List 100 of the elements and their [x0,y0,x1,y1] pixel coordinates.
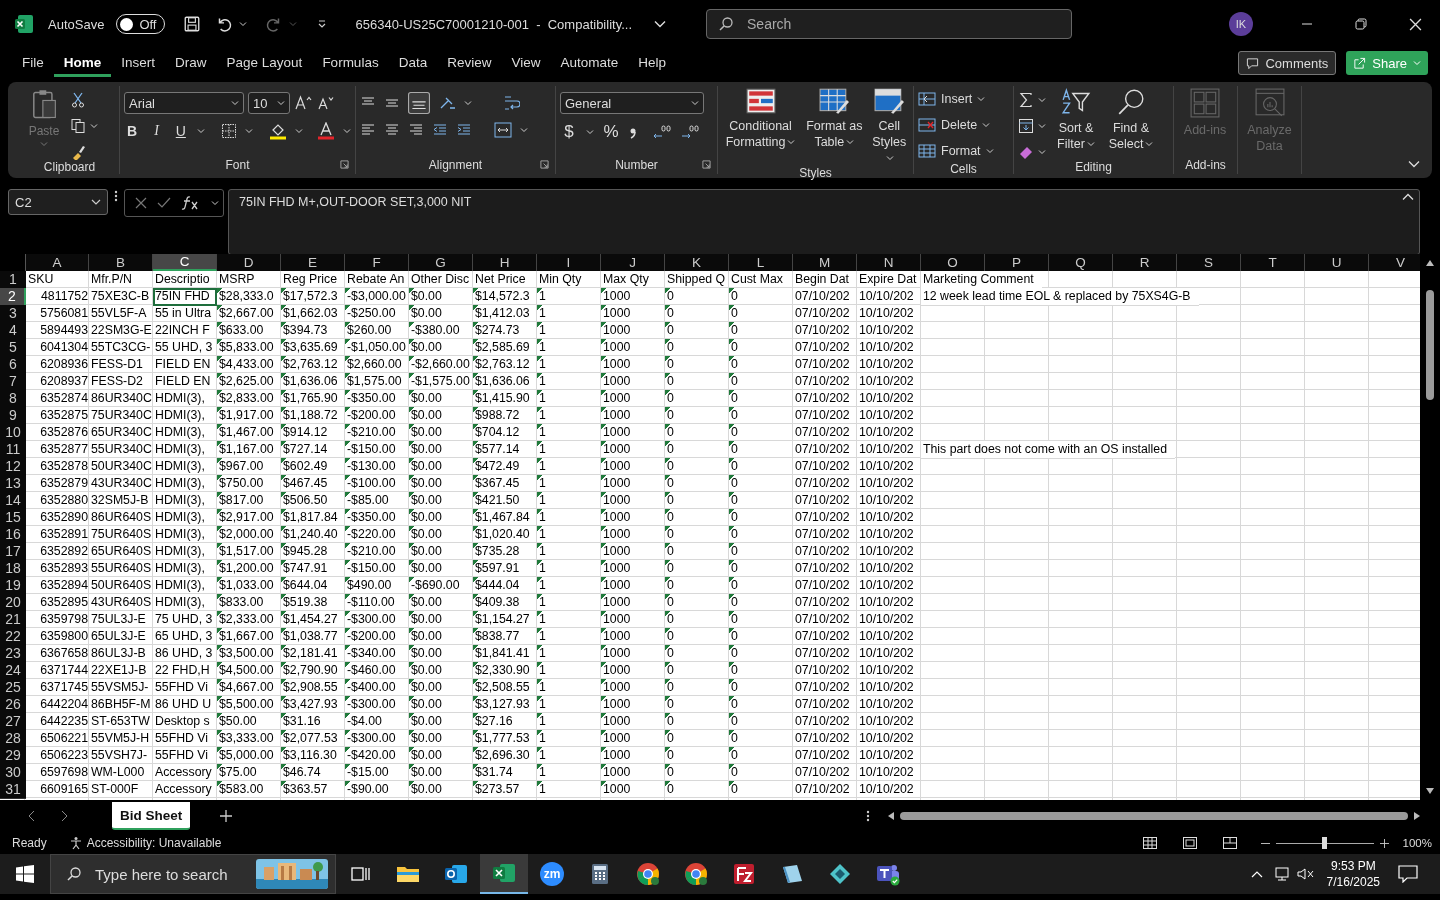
row-header[interactable]: 21 [0,611,26,629]
row-header[interactable]: 22 [0,628,26,646]
chevron-up-icon[interactable] [1250,870,1263,878]
orientation-icon[interactable] [438,95,456,111]
collapse-formula-bar-icon[interactable] [1402,193,1414,201]
row-header[interactable]: 8 [0,390,26,408]
menu-tab[interactable]: Page Layout [216,49,313,77]
row-header[interactable]: 10 [0,424,26,442]
more-options-icon[interactable] [114,189,118,203]
row-header[interactable]: 29 [0,747,26,765]
customize-toolbar-icon[interactable] [317,19,328,29]
menu-tab[interactable]: View [501,49,551,77]
percent-button[interactable]: % [602,122,620,142]
menu-tab[interactable]: Home [53,49,112,77]
column-header[interactable]: N [857,254,921,271]
column-header[interactable]: M [793,254,857,271]
column-header[interactable]: L [729,254,793,271]
row-header[interactable]: 13 [0,475,26,493]
accessibility-status[interactable]: Accessibility: Unavailable [86,836,222,850]
column-header[interactable]: S [1177,254,1241,271]
normal-view-icon[interactable] [1142,837,1157,849]
ribbon-button[interactable]: Insert [918,88,1009,110]
formula-field[interactable]: 75IN FHD M+,OUT-DOOR SET,3,000 NIT [228,189,1420,255]
column-header[interactable]: A [26,254,89,271]
close-icon[interactable] [1409,17,1422,31]
row-header[interactable]: 17 [0,543,26,561]
borders-icon[interactable] [221,123,237,139]
zoom-in-icon[interactable] [1379,838,1389,848]
avatar[interactable]: IK [1229,12,1253,36]
row-header[interactable]: 5 [0,339,26,357]
menu-tab[interactable]: Insert [111,49,166,77]
ribbon-button[interactable]: Format [918,140,1009,162]
comments-button[interactable]: Comments [1238,51,1337,75]
fill-icon[interactable] [1018,118,1034,134]
row-header[interactable]: 7 [0,373,26,391]
column-header[interactable]: I [537,254,601,271]
scrollbar-thumb[interactable] [1426,290,1434,400]
row-header[interactable]: 20 [0,594,26,612]
ribbon-button[interactable]: Conditional Formatting [722,88,800,150]
save-icon[interactable] [183,15,202,33]
clock-time[interactable]: 9:53 PM [1330,858,1376,874]
row-header[interactable]: 18 [0,560,26,578]
merge-cells-icon[interactable] [494,122,512,138]
row-header[interactable]: 11 [0,441,26,459]
menu-tab[interactable]: Automate [550,49,629,77]
row-header[interactable]: 25 [0,679,26,697]
column-header[interactable]: U [1305,254,1369,271]
menu-tab[interactable]: Data [388,49,438,77]
column-header[interactable]: Q [1049,254,1113,271]
wrap-text-icon[interactable] [502,94,520,112]
ribbon-button[interactable]: Sort & Filter [1052,88,1100,152]
name-box[interactable]: C2 [8,189,108,215]
row-header[interactable]: 9 [0,407,26,425]
row-header[interactable]: 4 [0,322,26,340]
row-header[interactable]: 30 [0,764,26,782]
currency-button[interactable]: $ [560,122,578,142]
search-field[interactable]: Search [706,9,1073,39]
dialog-launcher-icon[interactable] [540,160,549,169]
row-header[interactable]: 14 [0,492,26,510]
menu-tab[interactable]: Formulas [312,49,389,77]
row-header[interactable]: 28 [0,730,26,748]
dialog-launcher-icon[interactable] [340,160,349,169]
increase-decimal-icon[interactable] [652,124,672,140]
row-header[interactable]: 19 [0,577,26,595]
font-color-icon[interactable] [317,122,335,140]
copy-icon[interactable] [70,118,86,134]
menu-tab[interactable]: File [12,49,54,77]
menu-tab[interactable]: Help [628,49,677,77]
ribbon-button[interactable]: Delete [918,114,1009,136]
column-header[interactable]: D [217,254,281,271]
row-header[interactable]: 23 [0,645,26,663]
ribbon-button[interactable]: Find & Select [1106,88,1156,152]
column-header[interactable]: B [89,254,153,271]
font-family-dropdown[interactable]: Arial [124,92,244,114]
bold-button[interactable]: B [124,123,141,139]
italic-button[interactable]: I [148,123,165,139]
row-header[interactable]: 16 [0,526,26,544]
menu-tab[interactable]: Draw [165,49,217,77]
row-header[interactable]: 15 [0,509,26,527]
column-header[interactable]: T [1241,254,1305,271]
column-header[interactable]: R [1113,254,1177,271]
font-size-dropdown[interactable]: 10 [248,92,290,114]
column-header[interactable]: V [1369,254,1420,271]
cancel-icon[interactable] [135,197,147,209]
column-header[interactable]: P [985,254,1049,271]
column-header[interactable]: K [665,254,729,271]
enter-icon[interactable] [157,197,171,209]
row-header[interactable]: 31 [0,781,26,799]
column-header[interactable]: E [281,254,345,271]
accessibility-icon[interactable] [68,836,83,850]
column-header[interactable]: O [921,254,985,271]
notifications-icon[interactable] [1398,865,1418,883]
row-header[interactable]: 27 [0,713,26,731]
clock-date[interactable]: 7/16/2025 [1326,874,1380,890]
decrease-decimal-icon[interactable] [680,124,700,140]
collapse-ribbon-icon[interactable] [1408,160,1420,168]
row-header[interactable]: 26 [0,696,26,714]
page-layout-view-icon[interactable] [1182,837,1197,849]
column-header[interactable]: H [473,254,537,271]
zoom-slider-thumb[interactable] [1321,837,1327,849]
